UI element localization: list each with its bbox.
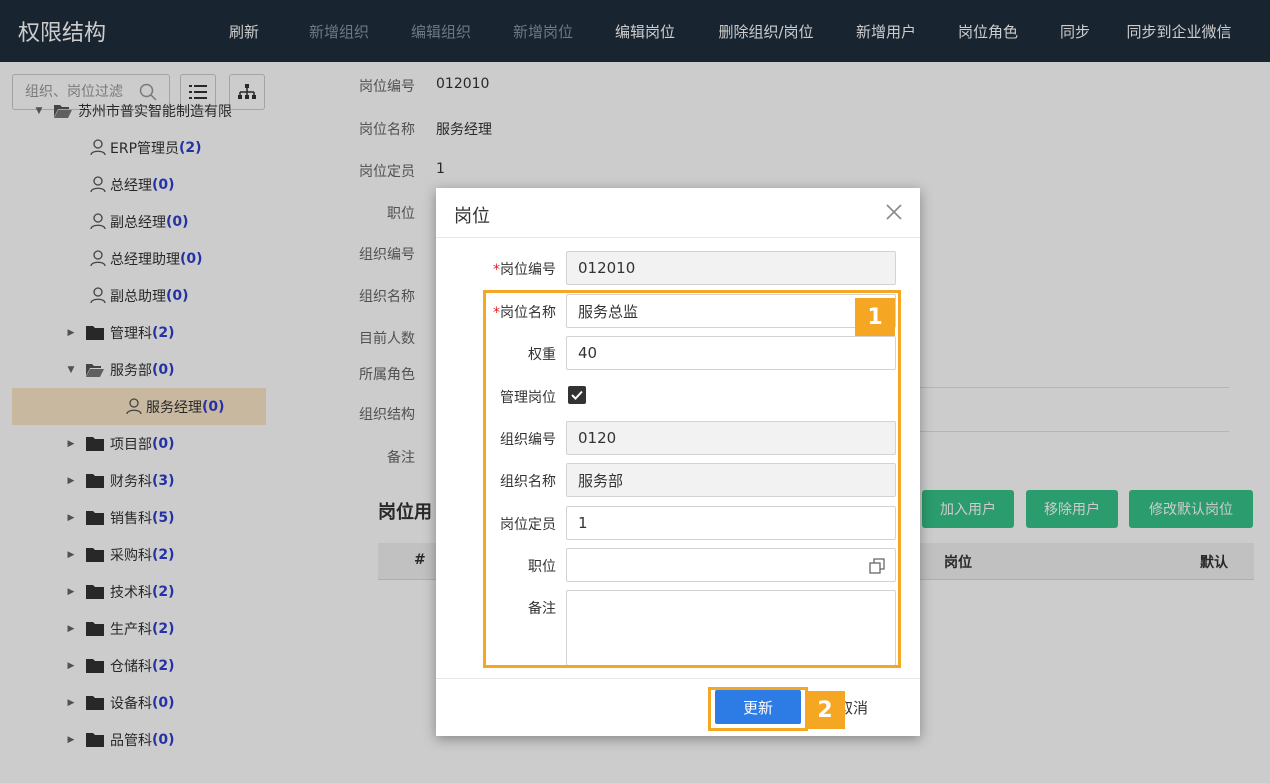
- dialog-footer: 更新 取消: [436, 678, 920, 736]
- dialog-title: 岗位: [454, 206, 490, 227]
- highlight-frame-update: [708, 687, 808, 731]
- dialog-header: 岗位: [436, 188, 920, 238]
- post-code-field[interactable]: 012010: [566, 251, 896, 285]
- step-badge-2: 2: [805, 691, 845, 729]
- field-label-code: *岗位编号: [493, 262, 556, 278]
- step-badge-1: 1: [855, 298, 895, 336]
- highlight-frame-fields: [483, 290, 901, 668]
- close-icon[interactable]: [884, 202, 904, 222]
